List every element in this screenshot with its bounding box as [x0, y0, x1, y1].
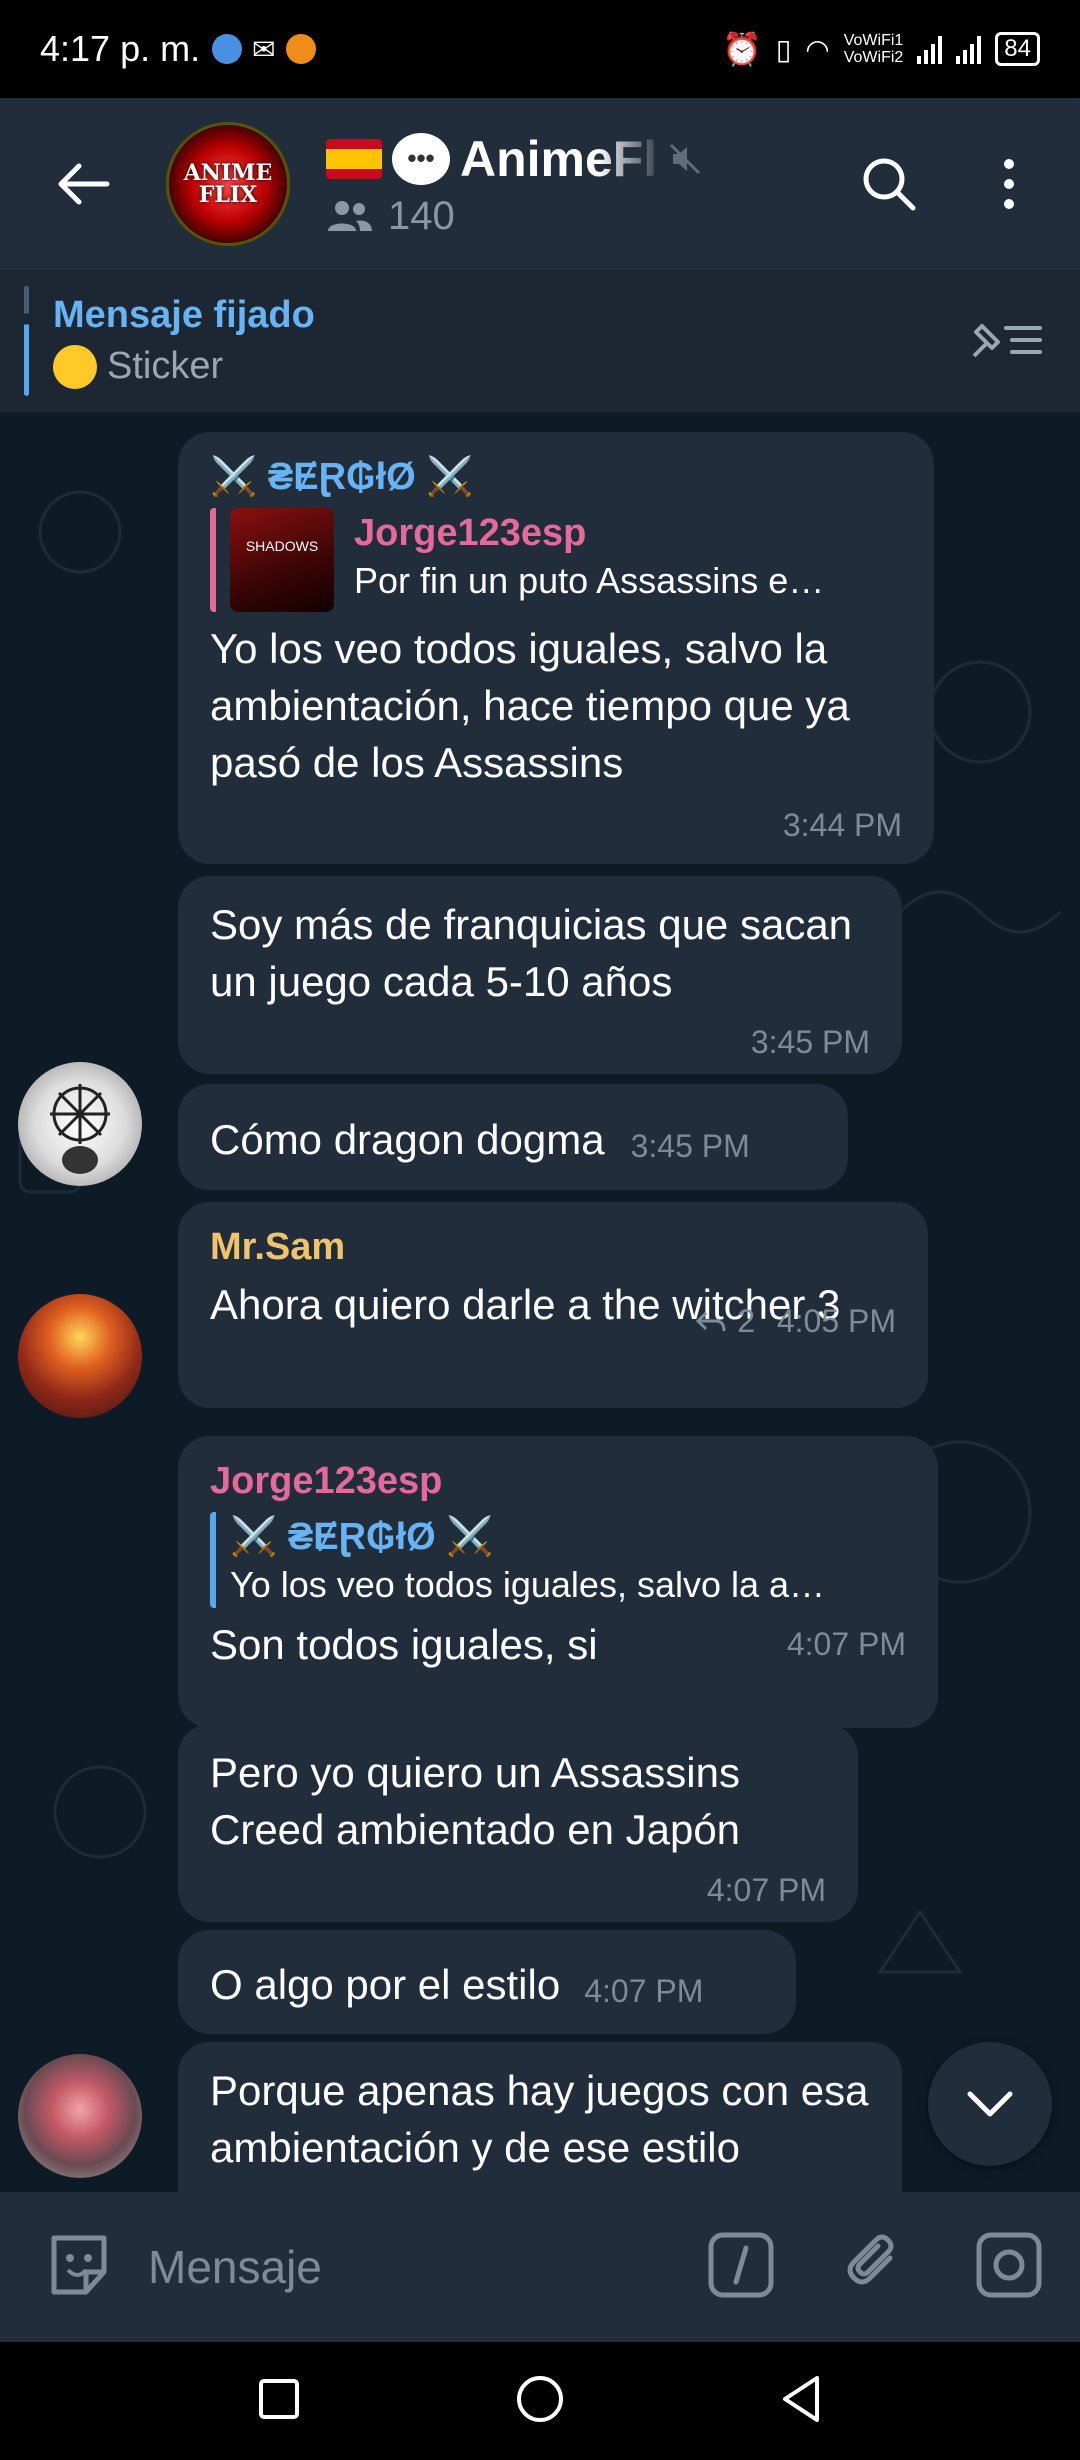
message-time: 3:44 PM — [782, 807, 902, 843]
scroll-to-bottom-button[interactable] — [928, 2042, 1052, 2166]
message-bubble[interactable]: Mr.Sam Ahora quiero darle a the witcher … — [178, 1202, 928, 1408]
attach-button[interactable] — [840, 2230, 910, 2305]
message-input-bar: Mensaje — [0, 2192, 1080, 2342]
message-sender: Jorge123esp — [210, 1460, 443, 1502]
more-vertical-icon — [1004, 159, 1014, 209]
message-text: O algo por el estilo — [210, 1960, 561, 2008]
home-button[interactable] — [515, 2374, 565, 2429]
chat-messages-area[interactable]: ⚔️ ₴ɆⱤ₲łØ ⚔️ SHADOWS Jorge123esp Por fin… — [0, 412, 1080, 2192]
pinned-preview: Sticker — [107, 345, 224, 387]
spain-flag-icon — [326, 138, 382, 179]
battery-icon: 84 — [995, 32, 1040, 66]
message-text: Porque apenas hay juegos con esa ambient… — [210, 2067, 869, 2171]
rune-emblem-icon — [50, 1084, 110, 1174]
message-bubble[interactable]: Soy más de franquicias que sacan un jueg… — [178, 876, 902, 1074]
arrow-left-icon — [58, 163, 110, 205]
sticker-button[interactable] — [44, 2230, 114, 2305]
chevron-down-icon — [967, 2091, 1013, 2117]
group-title: ••• AnimeFl — [326, 130, 746, 188]
member-count: 140 — [326, 194, 746, 239]
message-text: Cómo dragon dogma — [210, 1115, 605, 1163]
reply-arrow-icon — [695, 1311, 726, 1331]
more-options-button[interactable] — [964, 139, 1054, 229]
pinned-indicator — [24, 286, 29, 396]
muted-icon — [670, 143, 701, 174]
sticker-smile-icon — [51, 2235, 107, 2294]
message-bubble[interactable]: ⚔️ ₴ɆⱤ₲łØ ⚔️ SHADOWS Jorge123esp Por fin… — [178, 432, 934, 864]
camera-icon — [976, 2232, 1042, 2297]
app-notification-icon-2 — [285, 34, 316, 64]
sweat-smile-emoji-icon — [53, 344, 97, 389]
app-notification-icon — [212, 34, 243, 64]
sender-avatar[interactable] — [18, 1294, 142, 1418]
speech-bubble-icon: ••• — [392, 132, 450, 185]
reply-preview[interactable]: ⚔️ ₴ɆⱤ₲łØ ⚔️ Yo los veo todos iguales, s… — [210, 1512, 906, 1608]
sender-avatar[interactable] — [18, 1062, 142, 1186]
status-bar: 4:17 p. m. ✉ ⏰ ▯ ◠ VoWiFi1 VoWiFi2 84 — [0, 0, 1080, 98]
reply-author: ⚔️ ₴ɆⱤ₲łØ ⚔️ — [230, 1516, 494, 1558]
message-bubble[interactable]: Jorge123esp ⚔️ ₴ɆⱤ₲łØ ⚔️ Yo los veo todo… — [178, 1436, 938, 1728]
message-time: 4:07 PM — [786, 1626, 906, 1662]
reply-count[interactable]: 2 — [737, 1303, 755, 1339]
message-text: Soy más de franquicias que sacan un jueg… — [210, 901, 853, 1005]
circle-icon — [517, 2375, 563, 2422]
slash-command-icon — [708, 2232, 774, 2297]
message-text: Son todos iguales, si — [210, 1621, 598, 1668]
message-sender: ⚔️ ₴ɆⱤ₲łØ ⚔️ — [210, 456, 474, 498]
reply-thumbnail: SHADOWS — [230, 508, 334, 612]
group-avatar[interactable]: ANIME FLIX — [166, 122, 290, 246]
status-time: 4:17 p. m. — [40, 28, 201, 69]
system-navigation-bar — [0, 2342, 1080, 2460]
reply-author: Jorge123esp — [354, 512, 587, 554]
message-text: Yo los veo todos iguales, salvo la ambie… — [210, 625, 850, 786]
group-info[interactable]: ••• AnimeFl 140 — [326, 130, 746, 239]
message-bubble[interactable]: O algo por el estilo 4:07 PM — [178, 1930, 796, 2034]
signal-icon-2 — [956, 34, 982, 64]
message-time: 4:07 PM — [706, 1872, 826, 1908]
gmail-icon: ✉ — [252, 33, 276, 65]
message-text: Pero yo quiero un Assassins Creed ambien… — [210, 1749, 741, 1853]
wifi-icon: ◠ — [805, 33, 830, 65]
pinned-list-button[interactable] — [968, 316, 1044, 367]
paperclip-icon — [847, 2234, 894, 2284]
pin-list-icon — [972, 323, 1042, 357]
message-bubble[interactable]: Porque apenas hay juegos con esa ambient… — [178, 2042, 902, 2192]
signal-icon-1 — [917, 34, 943, 64]
message-time: 4:07 PM — [584, 1972, 704, 2009]
reply-preview[interactable]: SHADOWS Jorge123esp Por fin un puto Assa… — [210, 508, 902, 612]
reply-text: Por fin un puto Assassins e… — [354, 560, 825, 601]
message-time: 4:05 PM — [776, 1303, 896, 1339]
nav-back-button[interactable] — [779, 2374, 823, 2429]
search-icon — [863, 158, 916, 211]
message-time: 3:45 PM — [750, 1024, 870, 1060]
alarm-icon: ⏰ — [722, 31, 762, 67]
members-icon — [328, 201, 372, 231]
chat-header: ANIME FLIX ••• AnimeFl 140 — [0, 98, 1080, 270]
message-time: 3:45 PM — [630, 1127, 750, 1164]
search-button[interactable] — [844, 139, 934, 229]
pinned-message-bar[interactable]: Mensaje fijado Sticker — [0, 270, 1080, 412]
pinned-title: Mensaje fijado — [53, 293, 315, 336]
vowifi-indicator: VoWiFi1 VoWiFi2 — [843, 32, 904, 66]
bot-commands-button[interactable] — [706, 2230, 776, 2305]
sender-avatar[interactable] — [18, 2054, 142, 2178]
back-button[interactable] — [28, 129, 138, 239]
message-sender: Mr.Sam — [210, 1226, 346, 1268]
message-input[interactable]: Mensaje — [148, 2240, 322, 2294]
camera-button[interactable] — [974, 2230, 1044, 2305]
message-bubble[interactable]: Cómo dragon dogma 3:45 PM — [178, 1084, 848, 1190]
reply-text: Yo los veo todos iguales, salvo la a… — [230, 1564, 826, 1605]
square-icon — [259, 2378, 299, 2419]
message-bubble[interactable]: Pero yo quiero un Assassins Creed ambien… — [178, 1724, 858, 1922]
recents-button[interactable] — [257, 2377, 301, 2426]
vibrate-icon: ▯ — [775, 33, 792, 65]
triangle-back-icon — [783, 2375, 819, 2422]
